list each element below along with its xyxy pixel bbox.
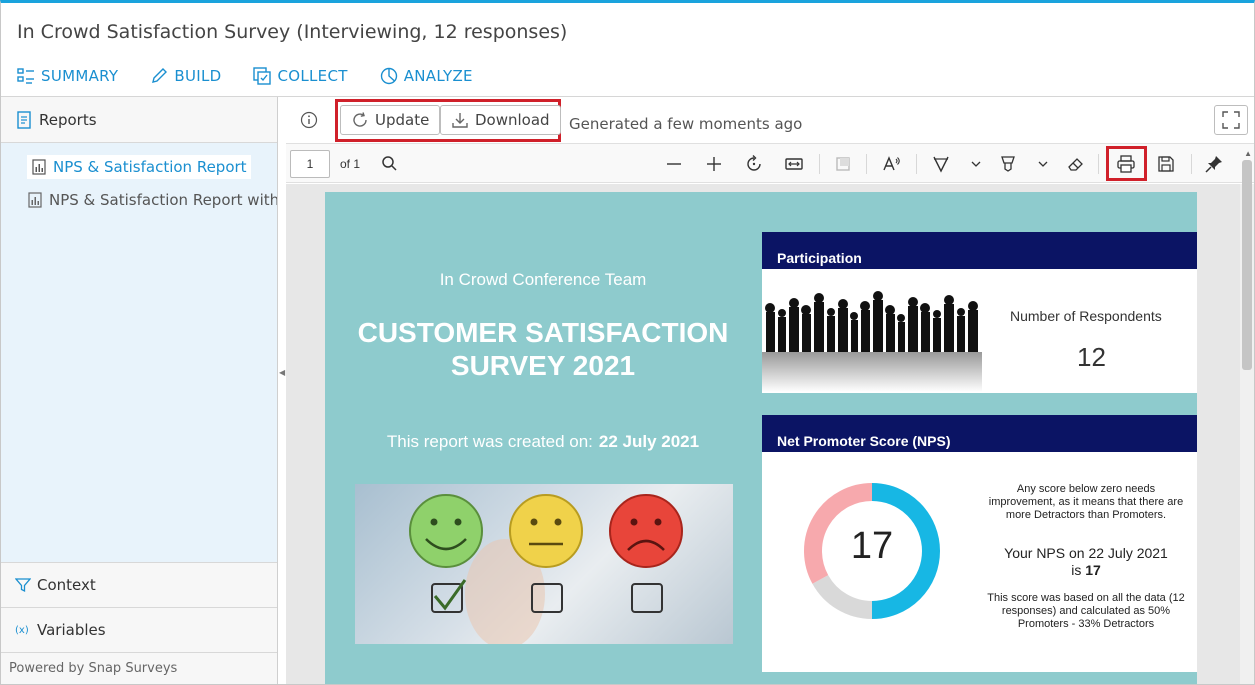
sidebar-bottom: Context (x) Variables Powered by Snap Su… (1, 562, 277, 684)
summary-icon (17, 68, 34, 84)
nav-analyze[interactable]: ANALYZE (380, 67, 473, 85)
nav-summary-label: SUMMARY (41, 67, 119, 85)
powered-by: Powered by Snap Surveys (1, 652, 277, 684)
report-title: CUSTOMER SATISFACTION SURVEY 2021 (325, 316, 761, 382)
crowd-silhouette-image (762, 291, 982, 392)
main-nav: SUMMARY BUILD COLLECT ANALYZE (17, 67, 473, 85)
nav-analyze-label: ANALYZE (403, 67, 473, 85)
update-button[interactable]: Update (340, 105, 441, 135)
download-label: Download (475, 111, 550, 129)
pdf-viewer[interactable]: In Crowd Conference Team CUSTOMER SATISF… (286, 184, 1254, 684)
your-nps-line2: is 17 (986, 562, 1186, 579)
sidebar-item-label: NPS & Satisfaction Report (53, 158, 247, 176)
chevron-down-icon[interactable] (1033, 154, 1053, 174)
your-nps-is: is (1071, 562, 1082, 578)
report-icon (17, 110, 31, 129)
download-icon (452, 113, 468, 128)
your-nps-value: 17 (1085, 562, 1101, 578)
pdf-toolbar: 1 of 1 (286, 143, 1254, 183)
donut-segment-passives (812, 574, 873, 619)
nav-build-label: BUILD (174, 67, 222, 85)
variables-label: Variables (37, 621, 106, 639)
respondents-label: Number of Respondents (1010, 308, 1162, 324)
participation-card: Participation Number of Respondents 12 (762, 232, 1197, 393)
generated-status: Generated a few moments ago (569, 115, 803, 133)
nav-collect-label: COLLECT (277, 67, 348, 85)
save-icon[interactable] (1156, 154, 1176, 174)
refresh-icon (353, 112, 367, 127)
context-label: Context (37, 576, 96, 594)
fullscreen-button[interactable] (1214, 105, 1248, 135)
smiley-faces-image (355, 484, 733, 644)
scrollbar-thumb[interactable] (1242, 160, 1252, 370)
report-toolbar: Update Download Generated a few moments … (286, 97, 1254, 143)
highlighter-icon[interactable] (998, 154, 1018, 174)
toolbar-divider (866, 154, 867, 174)
variables-section[interactable]: (x) Variables (1, 607, 277, 652)
eraser-icon[interactable] (1066, 154, 1086, 174)
sidebar-item-nps-report[interactable]: NPS & Satisfaction Report (27, 155, 251, 179)
draw-icon[interactable] (931, 154, 951, 174)
update-label: Update (375, 111, 430, 129)
filter-icon (15, 578, 31, 593)
nav-summary[interactable]: SUMMARY (17, 67, 118, 85)
report-title-line2: SURVEY 2021 (450, 350, 636, 381)
your-nps-text: Your NPS on 22 July 2021 is 17 (986, 545, 1186, 579)
participation-header: Participation (762, 232, 1197, 269)
collapse-sidebar-handle[interactable]: ◀ (279, 368, 285, 377)
print-icon[interactable] (1116, 154, 1136, 174)
context-section[interactable]: Context (1, 562, 277, 607)
nps-score: 17 (850, 525, 894, 567)
report-doc-icon (28, 192, 42, 208)
sidebar: Reports NPS & Satisfaction Report NPS & … (1, 97, 278, 684)
page-view-icon[interactable] (833, 154, 853, 174)
nav-collect[interactable]: COLLECT (253, 67, 347, 85)
download-button[interactable]: Download (440, 105, 561, 135)
nps-header: Net Promoter Score (NPS) (762, 415, 1197, 452)
your-nps-line1: Your NPS on 22 July 2021 (1004, 545, 1168, 561)
survey-title: In Crowd Satisfaction Survey (Interviewi… (17, 21, 568, 43)
variable-icon: (x) (15, 625, 29, 636)
report-page: In Crowd Conference Team CUSTOMER SATISF… (325, 192, 1197, 684)
fit-width-icon[interactable] (784, 154, 804, 174)
nav-build[interactable]: BUILD (150, 67, 221, 85)
respondents-value: 12 (1077, 342, 1106, 372)
zoom-in-icon[interactable] (704, 154, 724, 174)
nps-note-below-zero: Any score below zero needs improvement, … (988, 483, 1184, 521)
reports-header[interactable]: Reports (1, 97, 277, 143)
team-name: In Crowd Conference Team (439, 270, 647, 289)
smiley-faces-illustration (409, 494, 683, 644)
zoom-out-icon[interactable] (664, 154, 684, 174)
report-doc-icon (32, 159, 46, 175)
sidebar-item-nps-ratings-report[interactable]: NPS & Satisfaction Report with ratings (27, 191, 277, 209)
chevron-down-icon[interactable] (966, 154, 986, 174)
read-aloud-icon[interactable] (882, 154, 902, 174)
pencil-icon (152, 68, 168, 83)
page-number-input[interactable]: 1 (290, 150, 330, 178)
created-on: This report was created on: 22 July 2021 (325, 432, 761, 452)
search-icon[interactable] (380, 154, 400, 174)
rotate-icon[interactable] (744, 154, 764, 174)
collect-icon (253, 67, 272, 85)
pie-chart-icon (380, 67, 397, 85)
reports-header-label: Reports (39, 110, 97, 129)
expand-icon (1222, 111, 1240, 129)
nps-card: Net Promoter Score (NPS) 17 Any score be… (762, 415, 1197, 672)
toolbar-divider (916, 154, 917, 174)
info-icon[interactable] (300, 111, 318, 129)
toolbar-divider (819, 154, 820, 174)
report-title-line1: CUSTOMER SATISFACTION (357, 317, 729, 348)
pin-icon[interactable] (1204, 154, 1224, 174)
toolbar-divider (1191, 154, 1192, 174)
app-window: In Crowd Satisfaction Survey (Interviewi… (0, 0, 1255, 685)
toolbar-divider (1098, 154, 1099, 174)
created-date: 22 July 2021 (598, 432, 700, 451)
svg-text:(x): (x) (15, 625, 29, 636)
sidebar-item-label: NPS & Satisfaction Report with ratings (49, 191, 277, 209)
page-count: of 1 (340, 157, 361, 171)
scroll-up-arrow[interactable]: ▲ (1244, 149, 1252, 158)
created-prefix: This report was created on: (386, 432, 593, 451)
nps-calculation-note: This score was based on all the data (12… (987, 592, 1185, 630)
